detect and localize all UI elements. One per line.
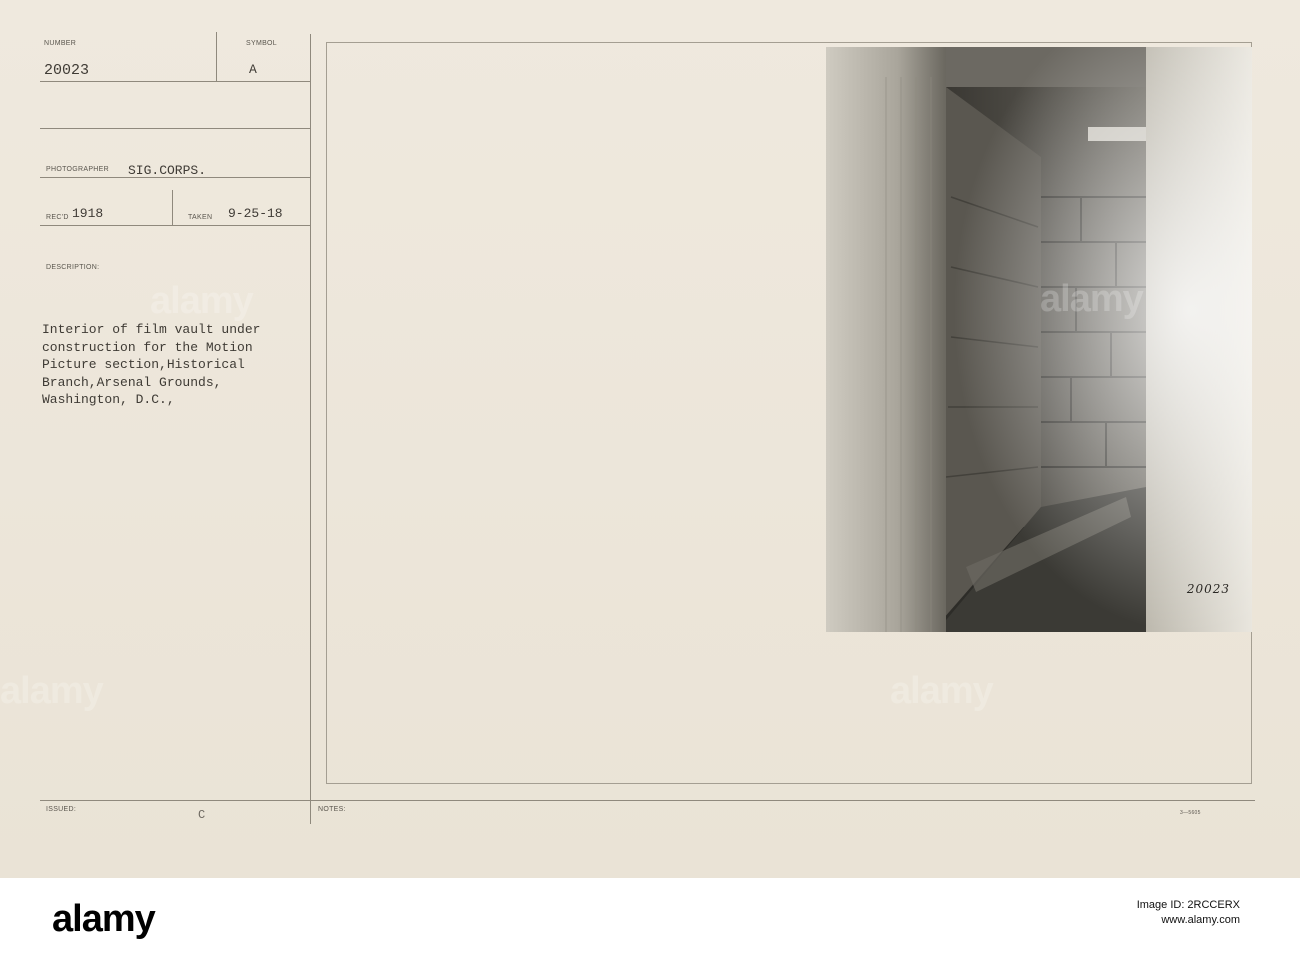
description-text: Interior of film vault under constructio… — [42, 321, 322, 409]
number-label: NUMBER — [44, 40, 77, 47]
taken-label: TAKEN — [188, 214, 213, 221]
description-line: Picture section,Historical — [42, 357, 245, 372]
description-label: DESCRIPTION: — [46, 264, 100, 271]
number-value: 20023 — [44, 62, 90, 79]
form-code: 3—5605 — [1180, 810, 1201, 816]
site-url[interactable]: www.alamy.com — [1137, 913, 1240, 928]
column-divider — [310, 34, 311, 824]
description-line: construction for the Motion — [42, 339, 253, 355]
photo-handwritten-number: 20023 — [1186, 582, 1230, 596]
rule — [40, 177, 310, 178]
symbol-value: A — [249, 62, 257, 77]
recd-label: REC'D — [46, 214, 69, 221]
footer-bar: alamy Image ID: 2RCCERX www.alamy.com — [0, 878, 1300, 967]
watermark: alamy — [150, 280, 254, 322]
bottom-rule — [40, 800, 1255, 801]
issued-label: ISSUED: — [46, 806, 77, 813]
watermark: alamy — [890, 670, 994, 712]
rule — [40, 81, 310, 82]
rule — [40, 225, 310, 226]
symbol-label: SYMBOL — [246, 40, 277, 47]
photographer-label: PHOTOGRAPHER — [46, 166, 109, 173]
description-line: Branch,Arsenal Grounds, — [42, 374, 222, 390]
image-id: Image ID: 2RCCERX — [1136, 899, 1240, 911]
image-id-block: Image ID: 2RCCERX www.alamy.com — [1137, 898, 1240, 928]
notes-label: NOTES: — [318, 806, 346, 813]
rule — [40, 128, 310, 129]
description-line: Interior of film vault under — [42, 322, 261, 337]
photographer-value: SIG.CORPS. — [128, 163, 207, 178]
taken-value: 9-25-18 — [228, 206, 283, 221]
divider — [216, 32, 217, 82]
record-card: NUMBER 20023 SYMBOL A PHOTOGRAPHER SIG.C… — [0, 0, 1300, 878]
watermark: alamy — [1040, 278, 1144, 320]
issued-mark: C — [198, 808, 206, 822]
vault-photograph: 20023 — [826, 47, 1252, 632]
recd-value: 1918 — [72, 206, 104, 221]
brand-logo[interactable]: alamy — [52, 898, 156, 941]
vault-photo-drawing — [826, 47, 1252, 632]
watermark: alamy — [0, 670, 104, 712]
divider — [172, 190, 173, 226]
description-line: Washington, D.C., — [42, 392, 175, 407]
